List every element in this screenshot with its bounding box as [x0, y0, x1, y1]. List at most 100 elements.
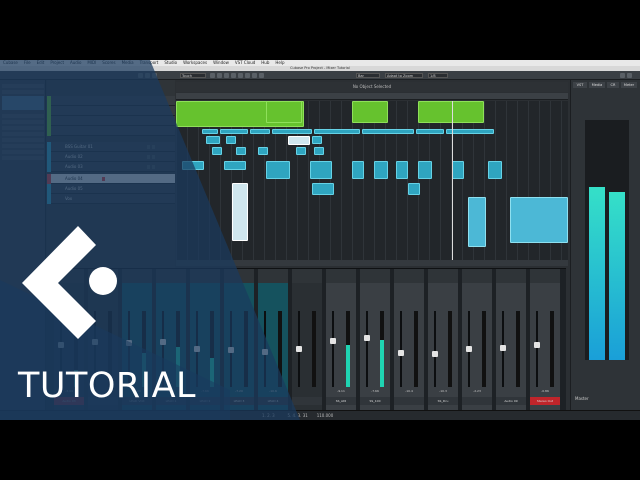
channel-header[interactable]	[292, 269, 322, 283]
track-row[interactable]	[47, 126, 175, 136]
channel-header[interactable]	[156, 269, 186, 283]
audio-event[interactable]	[182, 161, 204, 170]
channel-header[interactable]	[258, 269, 288, 283]
audio-event[interactable]	[362, 129, 414, 134]
toolbar-button[interactable]	[238, 73, 243, 78]
audio-event-selected[interactable]	[288, 136, 310, 145]
inspector-row[interactable]	[2, 120, 44, 124]
audio-event[interactable]	[266, 161, 290, 179]
audio-event[interactable]	[312, 183, 334, 195]
channel-header[interactable]	[122, 269, 152, 283]
solo-button[interactable]	[152, 155, 155, 159]
audio-event[interactable]	[226, 136, 236, 144]
track-row[interactable]: Audio 02	[47, 152, 175, 162]
mute-button[interactable]	[147, 165, 150, 169]
audio-event[interactable]	[220, 129, 248, 134]
audio-event[interactable]	[374, 161, 388, 179]
channel-volume-value[interactable]: -0.86	[530, 389, 560, 393]
channel-name[interactable]: SS_Dru	[428, 397, 458, 405]
channel-name[interactable]: SS_100	[360, 397, 390, 405]
volume-fader[interactable]	[262, 349, 268, 355]
quantize-select[interactable]: 1/8	[428, 73, 448, 78]
channel-header[interactable]	[428, 269, 458, 283]
audio-event[interactable]	[396, 161, 408, 179]
channel-header[interactable]	[326, 269, 356, 283]
audio-event[interactable]	[352, 161, 364, 179]
audio-event[interactable]	[488, 161, 502, 179]
mute-button[interactable]	[147, 155, 150, 159]
inspector-row[interactable]	[2, 138, 44, 142]
audio-event[interactable]	[266, 101, 302, 123]
channel-name[interactable]	[292, 397, 322, 405]
audio-event[interactable]	[418, 161, 432, 179]
automation-mode-select[interactable]: Touch	[180, 73, 206, 78]
channel-header[interactable]	[224, 269, 254, 283]
fader-track[interactable]	[400, 311, 402, 387]
audio-event[interactable]	[452, 161, 464, 179]
channel-header[interactable]	[88, 269, 118, 283]
track-row[interactable]	[47, 106, 175, 116]
channel-name[interactable]: Stereo Out	[530, 397, 560, 405]
inspector-row[interactable]	[2, 132, 44, 136]
track-row[interactable]	[47, 116, 175, 126]
horizontal-scrollbar[interactable]	[176, 260, 568, 266]
volume-fader[interactable]	[228, 347, 234, 353]
inspector-row[interactable]	[2, 126, 44, 130]
inspector-row[interactable]	[2, 144, 44, 148]
toolbar-button[interactable]	[245, 73, 250, 78]
volume-fader[interactable]	[500, 345, 506, 351]
audio-event[interactable]	[250, 129, 270, 134]
toolbar-button[interactable]	[210, 73, 215, 78]
fader-track[interactable]	[536, 311, 538, 387]
toolbar-button[interactable]	[217, 73, 222, 78]
track-row[interactable]: BSS Guitar 01	[47, 142, 175, 152]
audio-event[interactable]	[310, 161, 332, 179]
audio-event[interactable]	[236, 147, 246, 155]
project-window[interactable]	[176, 101, 568, 260]
track-row[interactable]	[47, 96, 175, 106]
channel-name[interactable]: SS_ADI	[326, 397, 356, 405]
channel-header[interactable]	[530, 269, 560, 283]
inspector-row[interactable]	[2, 114, 44, 118]
channel-volume-value[interactable]: -10.4	[394, 389, 424, 393]
fader-track[interactable]	[332, 311, 334, 387]
volume-fader[interactable]	[92, 339, 98, 345]
channel-header[interactable]	[54, 269, 84, 283]
solo-button[interactable]	[152, 165, 155, 169]
volume-fader[interactable]	[194, 346, 200, 352]
zoom-mode-select[interactable]: Adapt to Zoom	[385, 73, 423, 78]
track-row[interactable]: Vox	[47, 194, 175, 204]
audio-event[interactable]	[314, 129, 360, 134]
volume-fader[interactable]	[432, 351, 438, 357]
inspector-track-header[interactable]	[2, 96, 44, 110]
audio-event[interactable]	[224, 161, 246, 170]
volume-fader[interactable]	[364, 335, 370, 341]
audio-event[interactable]	[510, 197, 568, 243]
channel-header[interactable]	[190, 269, 220, 283]
tab-meter[interactable]: Meter	[621, 82, 637, 88]
audio-event[interactable]	[296, 147, 306, 155]
toolbar-button[interactable]	[252, 73, 257, 78]
channel-header[interactable]	[360, 269, 390, 283]
channel-name[interactable]: LEAD 3	[224, 397, 254, 405]
toolbar-button[interactable]	[224, 73, 229, 78]
tempo-display[interactable]: 110.000	[317, 413, 334, 418]
audio-event[interactable]	[408, 183, 420, 195]
tab-vst[interactable]: VST	[573, 82, 587, 88]
volume-fader[interactable]	[160, 339, 166, 345]
volume-fader[interactable]	[58, 342, 64, 348]
volume-fader[interactable]	[466, 346, 472, 352]
channel-volume-value[interactable]: -7.66	[360, 389, 390, 393]
audio-event[interactable]	[314, 147, 324, 155]
audio-event[interactable]	[416, 129, 444, 134]
toolbar-button[interactable]	[259, 73, 264, 78]
timeline-ruler[interactable]	[176, 93, 568, 100]
volume-fader[interactable]	[330, 338, 336, 344]
audio-event[interactable]	[312, 136, 322, 144]
toolbar-button[interactable]	[231, 73, 236, 78]
tab-control-room[interactable]: CR	[607, 82, 619, 88]
audio-event[interactable]	[258, 147, 268, 155]
solo-button[interactable]	[152, 145, 155, 149]
channel-name[interactable]	[462, 397, 492, 405]
channel-volume-value[interactable]: -2.23	[462, 389, 492, 393]
